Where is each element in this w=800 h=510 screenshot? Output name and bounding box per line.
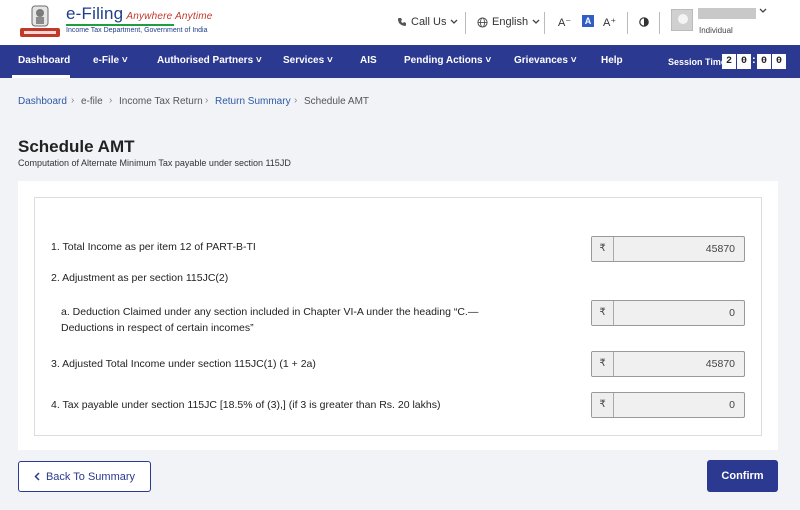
session-digit: 0 [737,54,751,69]
breadcrumb-schedule-amt: Schedule AMT [304,96,370,107]
adjusted-total-income-field[interactable]: ₹ 45870 [591,351,745,377]
rupee-icon: ₹ [592,352,614,376]
header-divider [544,12,545,34]
nav-item-dashboard[interactable]: Dashboard [18,55,70,66]
session-time-label: Session Time [668,57,726,67]
total-income-field[interactable]: ₹ 45870 [591,236,745,262]
confirm-label: Confirm [721,470,764,482]
tax-payable-field[interactable]: ₹ 0 [591,392,745,418]
chevron-down-icon [450,19,458,24]
row-label-adjusted-total-income: 3. Adjusted Total Income under section 1… [51,358,316,370]
breadcrumb-return-summary[interactable]: Return Summary [215,96,291,107]
rupee-icon: ₹ [592,393,614,417]
national-emblem-logo [20,5,60,37]
rupee-icon: ₹ [592,237,614,261]
chevron-down-icon: ˅ [255,55,262,66]
language-label: English [492,16,529,28]
phone-icon [398,18,406,26]
chevron-down-icon[interactable] [759,8,767,14]
back-to-summary-button[interactable]: Back To Summary [18,461,151,492]
nav-item-services[interactable]: Services ˅ [283,55,333,66]
breadcrumb-separator: › [205,95,209,106]
header-divider [659,12,660,34]
chevron-down-icon [532,19,540,24]
session-colon: : [752,54,756,66]
row-label-adjustment: 2. Adjustment as per section 115JC(2) [51,272,229,284]
brand-subtitle: Income Tax Department, Government of Ind… [66,27,208,34]
breadcrumb-separator: › [109,95,113,106]
chevron-down-icon: ˅ [326,55,333,66]
avatar[interactable] [671,9,693,31]
tax-payable-value: 0 [729,399,735,411]
adjusted-total-income-value: 45870 [705,358,735,370]
breadcrumb-separator: › [294,95,298,106]
top-header: e-Filing Anywhere Anytime Income Tax Depa… [0,0,800,45]
nav-active-indicator [12,75,70,78]
language-selector[interactable]: English [477,16,540,28]
deduction-value: 0 [729,307,735,319]
user-name-redacted [698,8,756,19]
breadcrumb-income-tax-return: Income Tax Return [119,96,203,107]
chevron-left-icon [34,472,40,481]
user-role: Individual [699,26,733,35]
page-title: Schedule AMT [18,137,135,156]
font-increase-button[interactable]: A⁺ [603,16,616,29]
brand-underline [66,24,174,26]
call-us-dropdown[interactable]: Call Us [397,16,458,28]
nav-item-authorised-partners[interactable]: Authorised Partners ˅ [157,55,262,66]
session-digit: 2 [722,54,736,69]
session-digit: 0 [757,54,771,69]
total-income-value: 45870 [705,243,735,255]
nav-item-help[interactable]: Help [601,55,623,66]
session-digit: 0 [772,54,786,69]
breadcrumb-e-file: e-file [81,96,103,107]
confirm-button[interactable]: Confirm [707,460,778,492]
font-decrease-button[interactable]: A⁻ [558,16,571,29]
row-label-tax-payable: 4. Tax payable under section 115JC [18.5… [51,399,441,411]
back-to-summary-label: Back To Summary [45,470,136,483]
contrast-icon[interactable] [639,17,649,27]
main-nav: Dashboard e-File ˅ Authorised Partners ˅… [0,45,800,78]
chevron-down-icon: ˅ [485,55,492,66]
header-divider [627,12,628,34]
page-subtitle: Computation of Alternate Minimum Tax pay… [18,158,291,168]
header-divider [465,12,466,34]
call-us-label: Call Us [411,16,447,28]
nav-item-ais[interactable]: AIS [360,55,377,66]
nav-item-pending-actions[interactable]: Pending Actions ˅ [404,55,491,66]
chevron-down-icon: ˅ [570,55,577,66]
brand-tagline: Anywhere Anytime [126,11,213,22]
breadcrumb-dashboard[interactable]: Dashboard [18,96,67,107]
chevron-down-icon: ˅ [121,55,128,66]
row-label-total-income: 1. Total Income as per item 12 of PART-B… [51,241,256,253]
rupee-icon: ₹ [592,301,614,325]
nav-item-grievances[interactable]: Grievances ˅ [514,55,577,66]
nav-item-e-file[interactable]: e-File ˅ [93,55,128,66]
globe-icon [477,16,488,28]
row-label-deduction: a. Deduction Claimed under any section i… [61,306,479,334]
deduction-field[interactable]: ₹ 0 [591,300,745,326]
brand-title[interactable]: e-Filing Anywhere Anytime [66,4,213,24]
font-default-button[interactable]: A [582,15,594,27]
breadcrumb-separator: › [71,95,75,106]
